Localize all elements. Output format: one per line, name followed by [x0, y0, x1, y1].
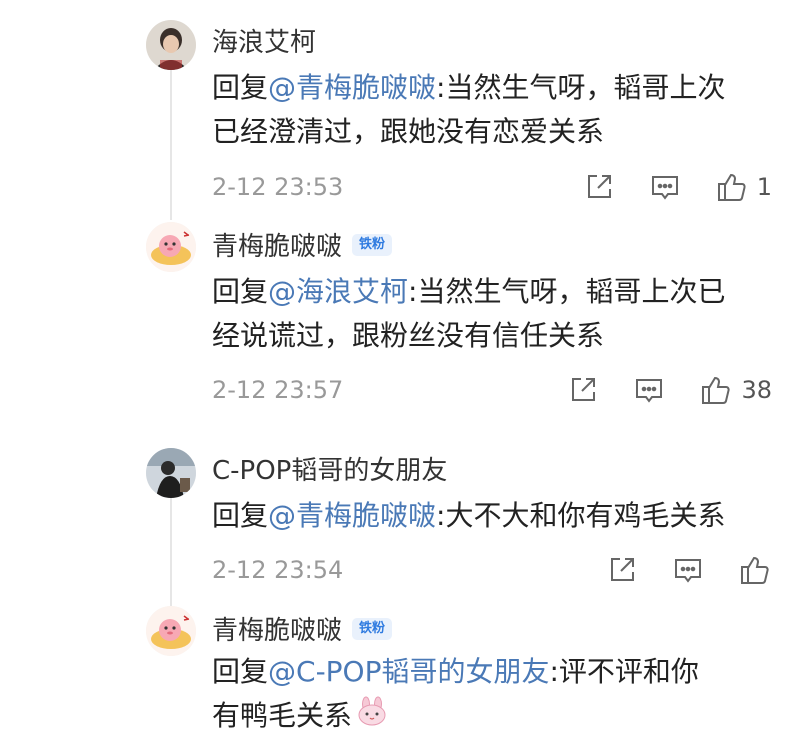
thumbs-up-icon [741, 556, 769, 584]
timestamp: 2-12 23:53 [212, 173, 344, 201]
comment-text: 回复@青梅脆啵啵:大不大和你有鸡毛关系 [212, 494, 777, 538]
thumbs-up-icon [702, 376, 731, 404]
action-bar: 38 [533, 373, 772, 407]
username-row: 海浪艾柯 [212, 22, 316, 59]
reply-prefix: 回复 [212, 275, 269, 308]
share-button[interactable] [583, 171, 615, 203]
timestamp: 2-12 23:57 [212, 376, 344, 404]
reply-prefix: 回复 [212, 71, 269, 104]
share-button[interactable] [606, 554, 638, 586]
comment-line: :评不评和你 [549, 655, 699, 688]
comment-text: 回复@海浪艾柯:当然生气呀，韬哥上次已 经说谎过，跟粉丝没有信任关系 [212, 270, 777, 358]
username[interactable]: 青梅脆啵啵 [212, 610, 342, 647]
comment-line: 有鸭毛关系 [212, 699, 353, 732]
action-bar [572, 553, 772, 587]
comment-line: :当然生气呀，韬哥上次已 [408, 275, 726, 308]
mention-link[interactable]: @C-POP韬哥的女朋友 [268, 655, 549, 688]
comment-line: 已经澄清过，跟她没有恋爱关系 [212, 115, 605, 148]
share-icon [572, 378, 596, 401]
user-avatar[interactable] [146, 222, 196, 272]
comment-button[interactable] [633, 374, 665, 406]
like-count: 1 [756, 173, 772, 201]
fan-badge: 铁粉 [352, 617, 393, 640]
like-button[interactable] [738, 553, 772, 587]
bunny-emoji-icon [356, 695, 388, 739]
comment-icon [636, 379, 663, 403]
username[interactable]: C-POP韬哥的女朋友 [212, 450, 447, 487]
comment-icon [675, 559, 701, 583]
fan-badge: 铁粉 [352, 233, 393, 256]
like-count: 38 [741, 376, 772, 404]
mention-link[interactable]: @青梅脆啵啵 [268, 71, 436, 104]
reply-prefix: 回复 [212, 499, 269, 532]
action-bar: 1 [549, 170, 772, 204]
username[interactable]: 海浪艾柯 [212, 22, 316, 59]
username-row: 青梅脆啵啵 铁粉 [212, 226, 393, 263]
share-icon [611, 558, 634, 581]
comment-text: 回复@青梅脆啵啵:当然生气呀，韬哥上次 已经澄清过，跟她没有恋爱关系 [212, 66, 777, 154]
thread-line [170, 496, 172, 606]
username-row: C-POP韬哥的女朋友 [212, 450, 447, 487]
username-row: 青梅脆啵啵 铁粉 [212, 610, 393, 647]
mention-link[interactable]: @青梅脆啵啵 [268, 499, 436, 532]
like-button[interactable]: 1 [715, 170, 772, 204]
username[interactable]: 青梅脆啵啵 [212, 226, 342, 263]
comment-line: :大不大和你有鸡毛关系 [436, 499, 726, 532]
thumbs-up-icon [717, 173, 746, 201]
comment-button[interactable] [672, 554, 704, 586]
timestamp: 2-12 23:54 [212, 556, 344, 584]
comment-line: :当然生气呀，韬哥上次 [436, 71, 726, 104]
reply-prefix: 回复 [212, 655, 269, 688]
comment-button[interactable] [649, 171, 681, 203]
share-button[interactable] [567, 374, 599, 406]
like-button[interactable]: 38 [699, 373, 772, 407]
share-icon [587, 175, 611, 198]
user-avatar[interactable] [146, 606, 196, 656]
user-avatar[interactable] [146, 20, 196, 70]
mention-link[interactable]: @海浪艾柯 [268, 275, 408, 308]
comment-text: 回复@C-POP韬哥的女朋友:评不评和你 有鸭毛关系 [212, 650, 777, 739]
thread-line [170, 70, 172, 220]
comment-icon [651, 176, 678, 200]
user-avatar[interactable] [146, 448, 196, 498]
comment-line: 经说谎过，跟粉丝没有信任关系 [212, 319, 605, 352]
